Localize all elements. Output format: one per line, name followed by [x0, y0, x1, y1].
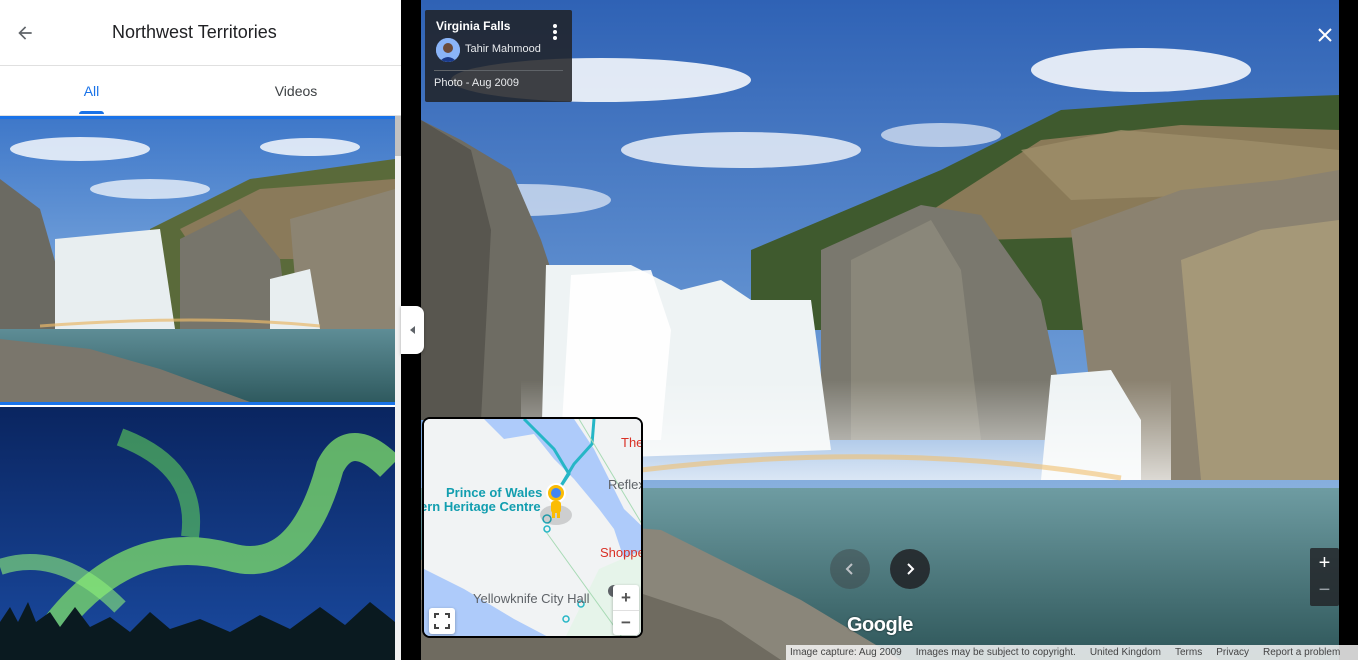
photo-title: Virginia Falls [436, 19, 511, 33]
mini-map-zoom-control: + − [613, 585, 639, 635]
photo-info-card: Virginia Falls Tahir Mahmood Photo - Aug… [425, 10, 572, 102]
mini-map[interactable]: Prince of Wales ern Heritage Centre The … [422, 417, 643, 638]
tab-all[interactable]: All [0, 66, 183, 116]
tab-bar: All Videos [0, 66, 401, 116]
next-photo-button[interactable] [890, 549, 930, 589]
map-label-shoppe: Shoppe [600, 545, 643, 560]
fullscreen-icon [434, 613, 450, 629]
previous-photo-button[interactable] [830, 549, 870, 589]
photo-thumbnail-waterfall[interactable] [0, 116, 395, 405]
divider [434, 70, 563, 71]
photo-thumbnail-aurora[interactable] [0, 407, 395, 660]
arrow-left-icon [18, 26, 32, 40]
author-avatar[interactable] [436, 38, 460, 62]
waterfall-thumbnail-image [0, 119, 395, 402]
author-name[interactable]: Tahir Mahmood [465, 43, 541, 55]
region-link[interactable]: United Kingdom [1090, 647, 1161, 658]
more-options-button[interactable] [549, 22, 561, 42]
map-label-the: The [621, 435, 643, 450]
zoom-out-button[interactable]: − [1310, 577, 1339, 604]
privacy-link[interactable]: Privacy [1216, 647, 1249, 658]
chevron-right-icon [907, 563, 915, 575]
map-label-heritage-centre: ern Heritage Centre [422, 499, 541, 514]
aurora-thumbnail-image [0, 407, 395, 660]
tab-videos[interactable]: Videos [196, 66, 396, 116]
caret-left-icon [409, 326, 415, 334]
image-capture-date: Image capture: Aug 2009 [790, 647, 902, 658]
photo-date: Photo - Aug 2009 [434, 77, 520, 89]
map-label-city-hall: Yellowknife City Hall [473, 591, 590, 606]
mini-map-zoom-in-button[interactable]: + [613, 585, 639, 610]
google-logo: Google [847, 614, 913, 636]
back-button[interactable] [10, 18, 40, 48]
collapse-panel-button[interactable] [401, 306, 424, 354]
close-button[interactable] [1311, 21, 1339, 49]
photo-panel: Northwest Territories All Videos [0, 0, 401, 660]
zoom-control: + − [1310, 548, 1339, 606]
mini-map-expand-button[interactable] [429, 608, 455, 634]
person-avatar-icon [436, 38, 460, 62]
dot [553, 24, 557, 28]
report-problem-link[interactable]: Report a problem [1263, 647, 1340, 658]
terms-link[interactable]: Terms [1175, 647, 1202, 658]
viewer-right-edge [1339, 0, 1358, 660]
chevron-left-icon [845, 563, 853, 575]
copyright-notice: Images may be subject to copyright. [915, 647, 1076, 658]
map-label-prince-of-wales: Prince of Wales [446, 485, 543, 500]
mini-map-zoom-out-button[interactable]: − [613, 610, 639, 635]
zoom-in-button[interactable]: + [1310, 550, 1339, 577]
panel-title: Northwest Territories [112, 22, 277, 42]
app-root: Northwest Territories All Videos Virgini… [0, 0, 1358, 660]
attribution-footer: Image capture: Aug 2009 Images may be su… [786, 645, 1358, 660]
dot [553, 30, 557, 34]
dot [553, 36, 557, 40]
close-icon [1318, 28, 1332, 42]
panel-header: Northwest Territories [0, 0, 401, 66]
map-label-reflex: Reflex [608, 477, 643, 492]
